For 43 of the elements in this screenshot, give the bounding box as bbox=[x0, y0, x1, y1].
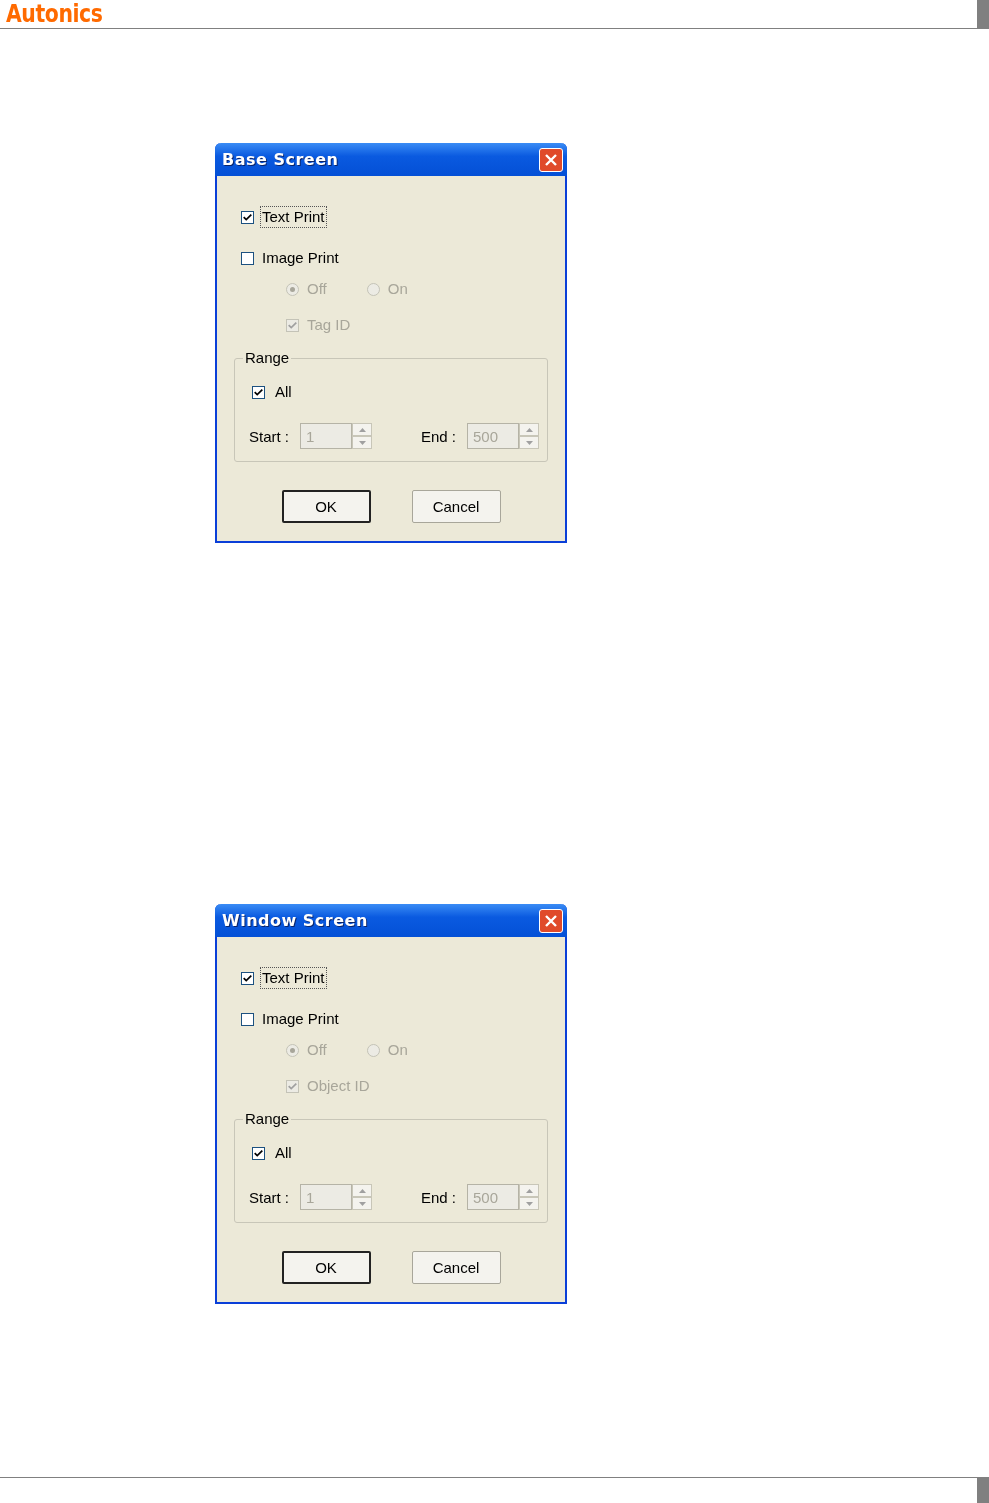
window-title: Window Screen bbox=[222, 911, 368, 930]
close-icon bbox=[544, 152, 558, 167]
spin-down-button[interactable] bbox=[519, 1197, 539, 1210]
field-label: Start : bbox=[249, 427, 289, 445]
up-arrow-icon bbox=[525, 1188, 533, 1193]
down-arrow-icon bbox=[358, 440, 366, 445]
field-label: Start : bbox=[249, 1188, 289, 1206]
checkbox[interactable] bbox=[241, 1012, 254, 1026]
field-label: End : bbox=[420, 1188, 456, 1206]
down-arrow-icon bbox=[525, 1201, 533, 1206]
down-arrow-icon bbox=[525, 440, 533, 445]
spin-up-button[interactable] bbox=[352, 423, 372, 436]
checkbox-label[interactable]: All bbox=[273, 381, 294, 403]
checkbox[interactable] bbox=[241, 210, 254, 224]
checkbox[interactable] bbox=[241, 251, 254, 265]
window-title: Base Screen bbox=[222, 150, 339, 169]
checkbox-label[interactable]: Text Print bbox=[260, 967, 327, 989]
checkbox[interactable] bbox=[252, 1146, 265, 1160]
up-arrow-icon bbox=[525, 427, 533, 432]
close-icon bbox=[544, 913, 558, 928]
down-arrow-icon bbox=[358, 1201, 366, 1206]
checkbox-label[interactable]: All bbox=[273, 1142, 294, 1164]
checkbox[interactable] bbox=[241, 971, 254, 985]
spin-up-button[interactable] bbox=[352, 1184, 372, 1197]
close-button[interactable] bbox=[539, 908, 563, 933]
dialog-button[interactable]: OK bbox=[281, 1251, 371, 1284]
spin-down-button[interactable] bbox=[352, 436, 372, 449]
checkbox[interactable] bbox=[252, 385, 265, 399]
dialog-button[interactable]: Cancel bbox=[411, 1251, 501, 1284]
dialog-button[interactable]: Cancel bbox=[411, 490, 501, 523]
spin-up-button[interactable] bbox=[519, 1184, 539, 1197]
checkbox-label[interactable]: Text Print bbox=[260, 206, 327, 228]
checkbox-label[interactable]: Image Print bbox=[260, 1008, 341, 1030]
spin-down-button[interactable] bbox=[519, 436, 539, 449]
spin-up-button[interactable] bbox=[519, 423, 539, 436]
logo: Autonics bbox=[6, 0, 103, 28]
dialog-button[interactable]: OK bbox=[281, 490, 371, 523]
checkbox-label[interactable]: Image Print bbox=[260, 247, 341, 269]
up-arrow-icon bbox=[358, 427, 366, 432]
field-label: End : bbox=[420, 427, 456, 445]
close-button[interactable] bbox=[539, 147, 563, 172]
spin-down-button[interactable] bbox=[352, 1197, 372, 1210]
up-arrow-icon bbox=[358, 1188, 366, 1193]
